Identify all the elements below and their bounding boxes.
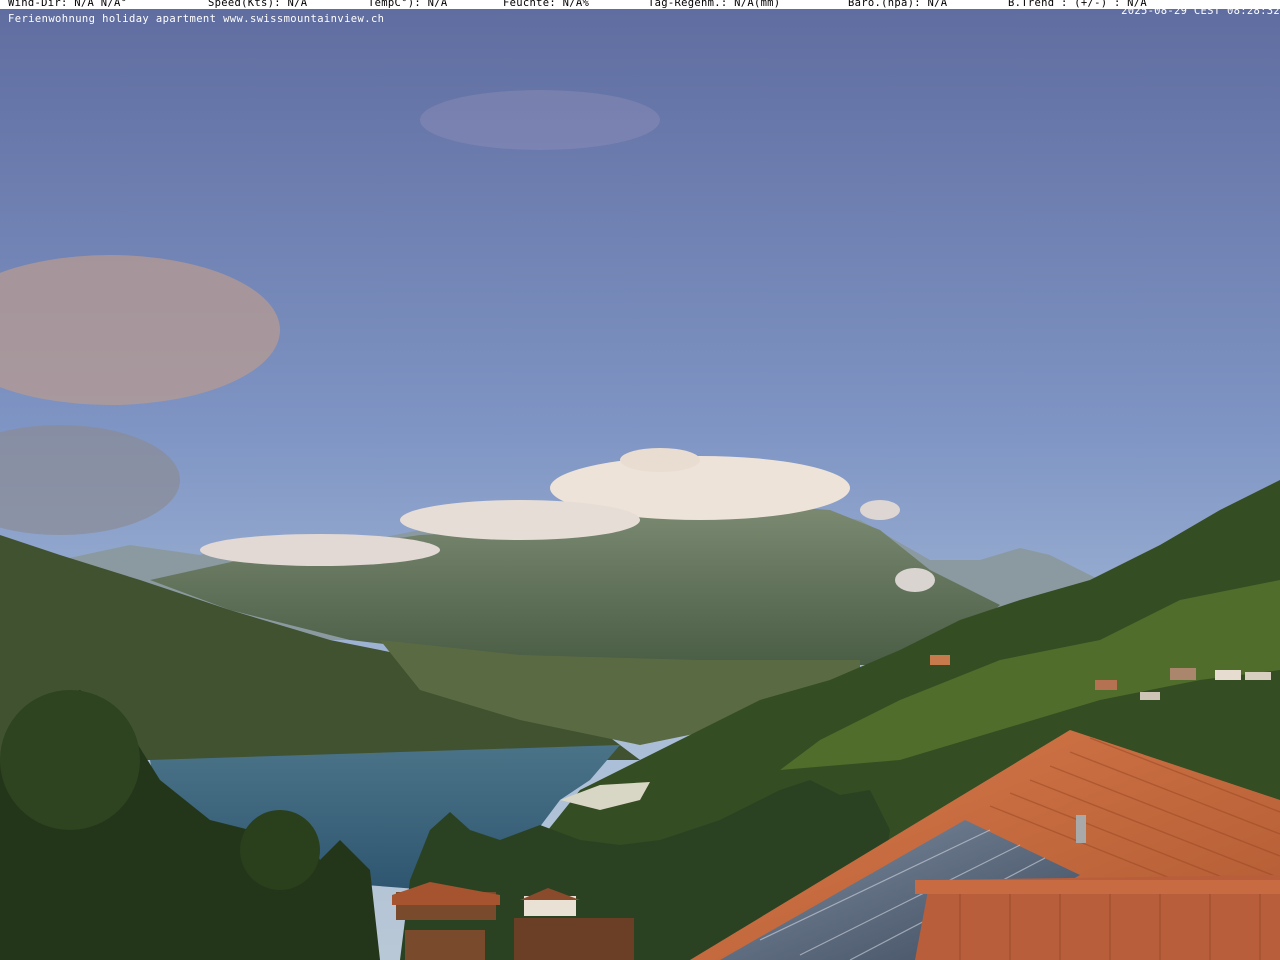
mountain-cloud — [895, 568, 935, 592]
webcam-caption: Ferienwohnung holiday apartment www.swis… — [8, 13, 385, 25]
wind-speed: Speed(Kts): N/A — [208, 0, 308, 9]
house — [930, 655, 950, 665]
house — [1140, 692, 1160, 700]
temperature: TempC°): N/A — [368, 0, 448, 9]
chalet — [514, 918, 634, 960]
chalet — [405, 930, 485, 960]
mountain-cloud — [400, 500, 640, 540]
house — [1095, 680, 1117, 690]
daily-rain: Tag-Regenm.: N/A(mm) — [648, 0, 781, 9]
wind-direction: Wind-Dir: N/A N/A° — [8, 0, 128, 9]
landscape-scene — [0, 0, 1280, 960]
house — [1170, 668, 1196, 680]
lower-roof-eave — [915, 880, 1280, 894]
mountain-cloud — [860, 500, 900, 520]
house — [1245, 672, 1271, 680]
chimney — [1076, 815, 1086, 843]
tree — [240, 810, 320, 890]
tree — [0, 690, 140, 830]
webcam-timestamp: 2025-08-29 CEST 08:28:32 — [1121, 5, 1280, 17]
house — [1215, 670, 1241, 680]
mountain-cloud — [200, 534, 440, 566]
barometer: Baro.(hpa): N/A — [848, 0, 948, 9]
mountain-cloud — [620, 448, 700, 472]
humidity: Feuchte: N/A% — [503, 0, 590, 9]
webcam-view: Wind-Dir: N/A N/A° Speed(Kts): N/A TempC… — [0, 0, 1280, 960]
cloud — [420, 90, 660, 150]
